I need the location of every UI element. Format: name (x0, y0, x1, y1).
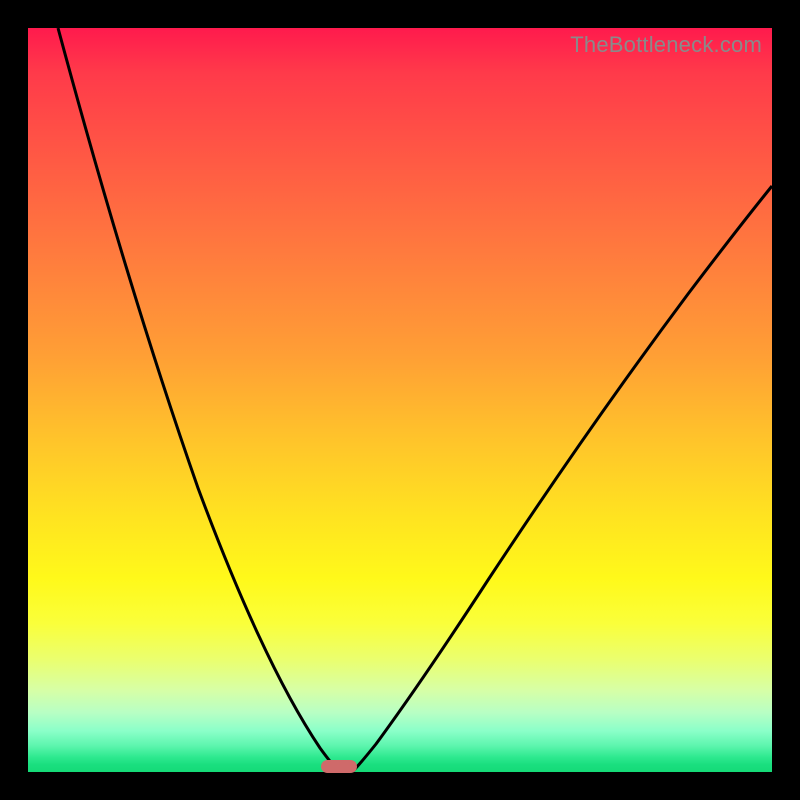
curve-right-branch (353, 186, 772, 771)
optimal-range-marker (321, 760, 357, 773)
chart-frame: TheBottleneck.com (0, 0, 800, 800)
curve-left-branch (58, 28, 339, 771)
plot-area: TheBottleneck.com (28, 28, 772, 772)
bottleneck-curve (28, 28, 772, 772)
